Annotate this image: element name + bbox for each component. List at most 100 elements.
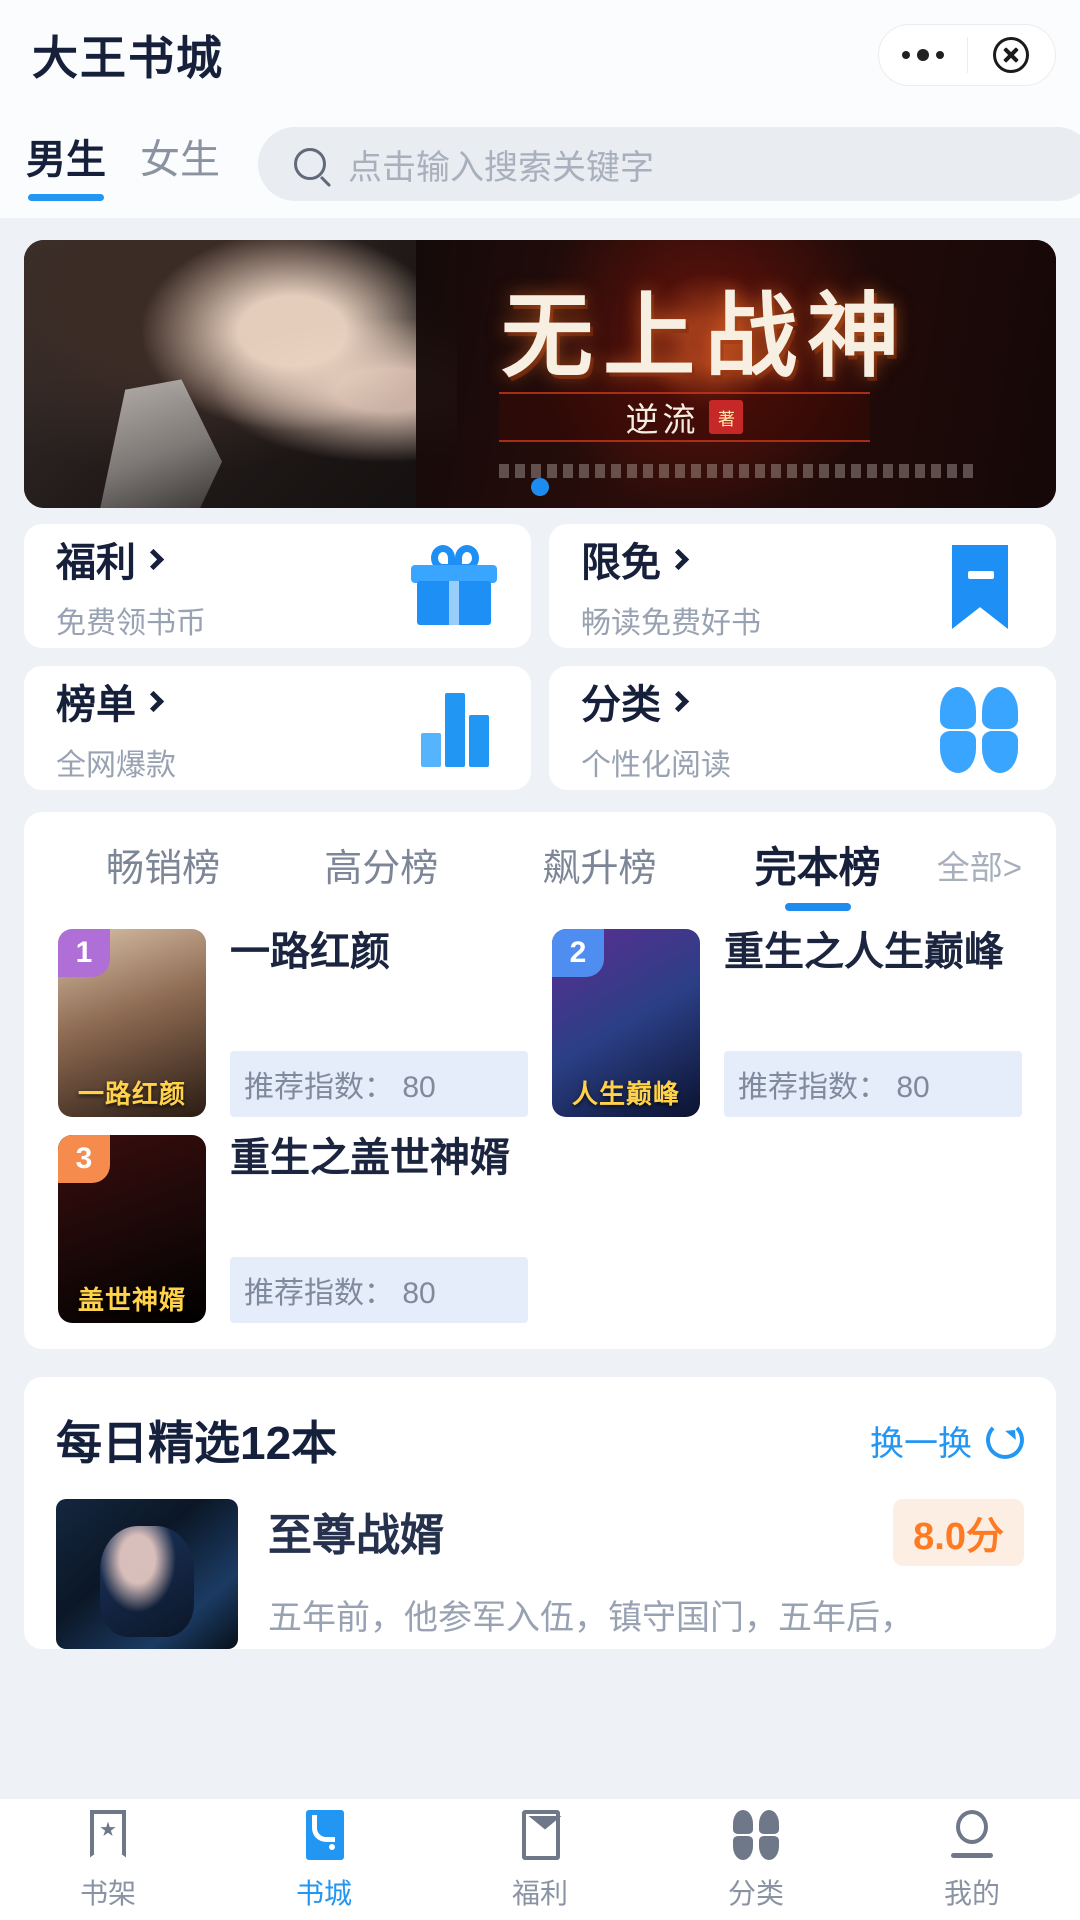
entry-welfare[interactable]: 福利 免费领书币 bbox=[24, 524, 531, 648]
refresh-button[interactable]: 换一换 bbox=[870, 1416, 1024, 1465]
daily-book-item[interactable]: 至尊战婿 8.0分 五年前，他参军入伍，镇守国门，五年后， bbox=[56, 1473, 1024, 1649]
daily-picks-section: 每日精选12本 换一换 至尊战婿 8.0分 五年前，他参军入伍，镇守国门，五年后… bbox=[24, 1377, 1056, 1649]
banner-carousel: 无上战神 逆流 著 bbox=[0, 218, 1080, 508]
rank-tab-bestseller[interactable]: 畅销榜 bbox=[54, 837, 272, 910]
book-title: 一路红颜 bbox=[230, 930, 390, 974]
tab-female-label: 女生 bbox=[140, 138, 220, 182]
app-screen: 大王书城 男生 女生 点击输入搜索关键字 无上战神 逆流 著 福利 免费领书币 … bbox=[0, 0, 1080, 1920]
rank-tab-highscore[interactable]: 高分榜 bbox=[272, 837, 490, 910]
cover-title: 人生巅峰 bbox=[571, 1079, 680, 1109]
recommend-index: 推荐指数： 80 bbox=[230, 1051, 528, 1117]
nav-profile-label: 我的 bbox=[943, 1877, 1000, 1909]
rank-badge: 2 bbox=[552, 929, 604, 977]
daily-picks-header: 每日精选12本 换一换 bbox=[56, 1407, 1024, 1473]
gift-icon bbox=[411, 543, 497, 629]
recommend-index: 推荐指数： 80 bbox=[230, 1257, 528, 1323]
book-cover: 1 一路红颜 bbox=[58, 929, 206, 1117]
score-badge: 8.0分 bbox=[893, 1499, 1024, 1566]
more-button[interactable] bbox=[879, 25, 967, 85]
entry-ranking[interactable]: 榜单 全网爆款 bbox=[24, 666, 531, 790]
banner-footer-strip bbox=[498, 464, 974, 478]
entry-category[interactable]: 分类 个性化阅读 bbox=[549, 666, 1056, 790]
chevron-right-icon bbox=[667, 690, 690, 712]
rank-badge: 3 bbox=[58, 1135, 110, 1183]
grid-petals-icon bbox=[936, 685, 1022, 773]
gender-tabs: 男生 女生 bbox=[26, 127, 220, 201]
entry-ranking-desc: 全网爆款 bbox=[56, 749, 176, 782]
chevron-right-icon bbox=[142, 548, 165, 570]
search-icon bbox=[294, 148, 326, 180]
nav-bookstore-label: 书城 bbox=[295, 1877, 352, 1909]
refresh-label: 换一换 bbox=[870, 1424, 972, 1463]
nav-bookshelf[interactable]: 书架 bbox=[0, 1808, 216, 1912]
rank-item[interactable]: 1 一路红颜 一路红颜 推荐指数： 80 bbox=[58, 929, 528, 1117]
app-header: 大王书城 bbox=[0, 0, 1080, 110]
nav-bookstore[interactable]: 书城 bbox=[216, 1808, 432, 1912]
search-input[interactable]: 点击输入搜索关键字 bbox=[258, 127, 1080, 201]
profile-icon bbox=[945, 1808, 999, 1862]
bookshelf-icon bbox=[81, 1808, 135, 1862]
rank-tab-highscore-label: 高分榜 bbox=[324, 848, 439, 890]
book-title: 重生之人生巅峰 bbox=[724, 930, 1004, 974]
nav-welfare[interactable]: 福利 bbox=[432, 1808, 648, 1912]
book-cover: 3 盖世神婿 bbox=[58, 1135, 206, 1323]
quick-entries: 福利 免费领书币 限免 畅读免费好书 榜单 全网爆款 分类 个性化阅读 bbox=[0, 508, 1080, 790]
category-icon bbox=[729, 1808, 783, 1862]
entry-welfare-desc: 免费领书币 bbox=[56, 607, 206, 640]
cover-title: 盖世神婿 bbox=[77, 1285, 186, 1315]
nav-bookshelf-label: 书架 bbox=[79, 1877, 136, 1909]
entry-welfare-name: 福利 bbox=[56, 541, 136, 585]
nav-category[interactable]: 分类 bbox=[648, 1808, 864, 1912]
banner-subtitle: 逆流 著 bbox=[498, 392, 871, 442]
rank-tab-rising[interactable]: 飙升榜 bbox=[490, 837, 708, 910]
ranking-tabs: 畅销榜 高分榜 飙升榜 完本榜 全部> bbox=[24, 834, 1056, 913]
book-cover bbox=[56, 1499, 238, 1649]
rank-tab-rising-label: 飙升榜 bbox=[542, 848, 657, 890]
tab-male[interactable]: 男生 bbox=[26, 127, 106, 201]
bottom-navigation: 书架 书城 福利 分类 我的 bbox=[0, 1798, 1080, 1920]
rank-tab-completed-label: 完本榜 bbox=[754, 844, 881, 891]
close-circle-icon bbox=[993, 37, 1030, 73]
tab-female[interactable]: 女生 bbox=[140, 127, 220, 201]
rank-item[interactable]: 2 人生巅峰 重生之人生巅峰 推荐指数： 80 bbox=[552, 929, 1022, 1117]
carousel-dot[interactable] bbox=[531, 478, 549, 496]
refresh-icon bbox=[986, 1421, 1024, 1459]
banner-title: 无上战神 bbox=[501, 282, 910, 390]
banner-slide[interactable]: 无上战神 逆流 著 bbox=[24, 240, 1056, 508]
banner-author: 逆流 bbox=[625, 401, 700, 438]
tab-male-label: 男生 bbox=[26, 138, 106, 182]
topbar: 男生 女生 点击输入搜索关键字 bbox=[0, 110, 1080, 218]
ranking-list: 1 一路红颜 一路红颜 推荐指数： 80 2 人生巅峰 重生之人生巅峰 推荐指数… bbox=[24, 913, 1056, 1323]
rank-tab-bestseller-label: 畅销榜 bbox=[106, 848, 221, 890]
entry-limited-free-desc: 畅读免费好书 bbox=[581, 607, 761, 640]
recommend-index: 推荐指数： 80 bbox=[724, 1051, 1022, 1117]
bar-chart-icon bbox=[411, 685, 497, 771]
miniprogram-capsule bbox=[878, 24, 1056, 86]
bookmark-icon bbox=[936, 543, 1022, 629]
book-title: 重生之盖世神婿 bbox=[230, 1136, 510, 1180]
nav-welfare-label: 福利 bbox=[511, 1877, 568, 1909]
search-placeholder: 点击输入搜索关键字 bbox=[348, 148, 654, 187]
more-dots-icon bbox=[901, 49, 944, 61]
entry-category-desc: 个性化阅读 bbox=[581, 749, 731, 782]
entry-limited-free[interactable]: 限免 畅读免费好书 bbox=[549, 524, 1056, 648]
page-title: 大王书城 bbox=[32, 32, 224, 84]
cover-title: 一路红颜 bbox=[77, 1079, 186, 1109]
ranking-section: 畅销榜 高分榜 飙升榜 完本榜 全部> 1 一路红颜 一路红颜 推荐指数： 80… bbox=[24, 812, 1056, 1349]
chevron-right-icon bbox=[142, 690, 165, 712]
entry-ranking-name: 榜单 bbox=[56, 683, 136, 727]
rank-item-empty bbox=[552, 1135, 1022, 1323]
entry-category-name: 分类 bbox=[581, 683, 661, 727]
book-cover: 2 人生巅峰 bbox=[552, 929, 700, 1117]
book-title: 至尊战婿 bbox=[268, 1511, 444, 1560]
book-description: 五年前，他参军入伍，镇守国门，五年后， bbox=[268, 1599, 914, 1637]
rank-item[interactable]: 3 盖世神婿 重生之盖世神婿 推荐指数： 80 bbox=[58, 1135, 528, 1323]
nav-profile[interactable]: 我的 bbox=[864, 1808, 1080, 1912]
daily-picks-title: 每日精选12本 bbox=[56, 1417, 338, 1469]
rank-badge: 1 bbox=[58, 929, 110, 977]
chevron-right-icon bbox=[667, 548, 690, 570]
ranking-all-link[interactable]: 全部> bbox=[927, 841, 1026, 907]
nav-category-label: 分类 bbox=[727, 1877, 784, 1909]
rank-tab-completed[interactable]: 完本榜 bbox=[709, 834, 927, 913]
close-button[interactable] bbox=[968, 25, 1056, 85]
